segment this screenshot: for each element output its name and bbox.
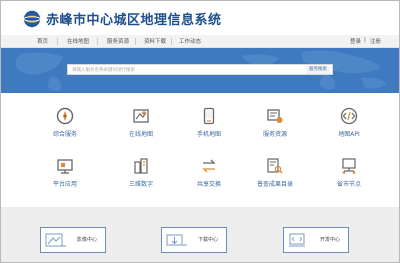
card-label: 开发中心 xyxy=(319,237,340,243)
card-label: 影像中心 xyxy=(76,237,97,243)
service-label: 普查成果目录 xyxy=(256,181,293,188)
login-link[interactable]: 登录 xyxy=(350,37,361,45)
exchange-icon xyxy=(202,159,216,173)
service-share-exchange[interactable]: 共享交换 xyxy=(179,157,239,199)
service-label: 在线地图 xyxy=(128,131,153,138)
service-3d-digital[interactable]: 三维数字 xyxy=(111,157,171,199)
service-map-api[interactable]: 地图API xyxy=(319,107,379,149)
service-label: 省市节点 xyxy=(336,181,361,188)
card-dev-center[interactable]: 开发中心 xyxy=(283,227,349,253)
site-header: 赤峰市中心城区地理信息系统 xyxy=(1,1,399,35)
service-provincial-nodes[interactable]: 省市节点 xyxy=(319,157,379,199)
card-label: 下载中心 xyxy=(197,237,218,243)
search-banner: 服务搜索 xyxy=(1,48,399,93)
search-box: 服务搜索 xyxy=(67,64,333,75)
download-center-icon xyxy=(166,234,187,246)
search-input[interactable] xyxy=(72,66,292,74)
monitor-icon xyxy=(57,159,73,174)
nav-item-home[interactable]: 首页 xyxy=(37,37,48,45)
map-icon xyxy=(133,109,149,123)
search-button[interactable]: 服务搜索 xyxy=(306,66,330,74)
site-title: 赤峰市中心城区地理信息系统 xyxy=(46,13,222,28)
nav-divider xyxy=(97,38,98,45)
mobile-icon xyxy=(203,107,215,125)
service-grid: 综合服务 在线地图 手机地图 服务资源 地图API 平台应用 三维数字 共享交换… xyxy=(1,93,399,203)
server-resource-icon xyxy=(267,109,283,123)
page-frame: 赤峰市中心城区地理信息系统 首页 在线地图 服务资源 资料下载 工作动态 登录 … xyxy=(0,0,400,263)
nav-divider xyxy=(57,38,58,45)
service-mobile-map[interactable]: 手机地图 xyxy=(179,107,239,149)
dev-center-icon xyxy=(289,233,305,247)
service-label: 服务资源 xyxy=(262,131,287,138)
nav-item-service-resources[interactable]: 服务资源 xyxy=(107,37,129,45)
nav-divider xyxy=(171,38,172,45)
center-cards-section: 影像中心 下载中心 开发中心 xyxy=(1,207,399,262)
image-center-icon xyxy=(45,233,66,247)
building-3d-icon xyxy=(134,158,148,174)
service-platform-apps[interactable]: 平台应用 xyxy=(35,157,95,199)
nav-item-online-map[interactable]: 在线地图 xyxy=(67,37,89,45)
main-nav: 首页 在线地图 服务资源 资料下载 工作动态 登录 | 注册 xyxy=(1,35,399,48)
nav-item-work-news[interactable]: 工作动态 xyxy=(179,37,201,45)
site-logo-icon xyxy=(23,10,41,28)
service-label: 平台应用 xyxy=(52,181,77,188)
nav-divider xyxy=(135,38,136,45)
register-link[interactable]: 注册 xyxy=(370,37,381,45)
service-label: 共享交换 xyxy=(196,181,221,188)
card-image-center[interactable]: 影像中心 xyxy=(40,227,106,253)
node-network-icon xyxy=(342,158,356,174)
service-label: 三维数字 xyxy=(128,181,153,188)
service-comprehensive[interactable]: 综合服务 xyxy=(35,107,95,149)
service-census-catalog[interactable]: 普查成果目录 xyxy=(245,157,305,199)
api-icon xyxy=(340,107,358,125)
service-online-map[interactable]: 在线地图 xyxy=(111,107,171,149)
card-download-center[interactable]: 下载中心 xyxy=(161,227,227,253)
nav-item-downloads[interactable]: 资料下载 xyxy=(144,37,166,45)
catalog-search-icon xyxy=(267,158,283,174)
compass-icon xyxy=(56,107,74,125)
service-label: 综合服务 xyxy=(52,131,77,138)
auth-divider: | xyxy=(364,37,366,43)
service-label: 手机地图 xyxy=(196,131,221,138)
service-resources[interactable]: 服务资源 xyxy=(245,107,305,149)
service-label: 地图API xyxy=(338,131,360,138)
